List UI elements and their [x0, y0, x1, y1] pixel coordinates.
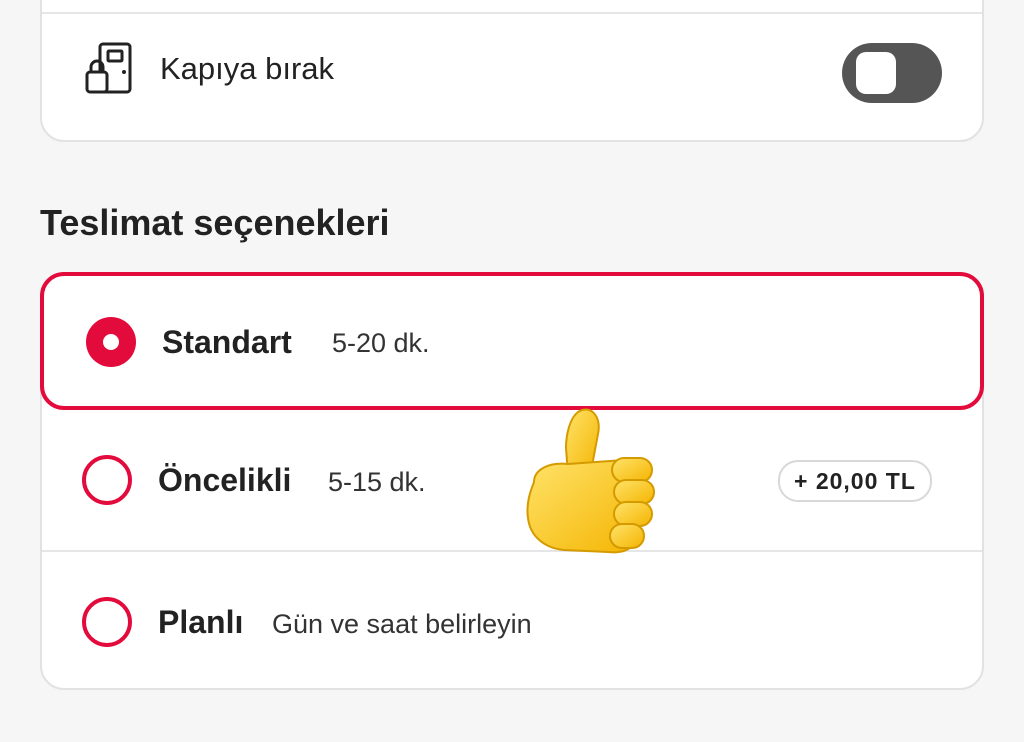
radio-selected[interactable]	[86, 317, 136, 367]
option-detail: 5-20 dk.	[332, 328, 430, 358]
leave-at-door-card: Kapıya bırak	[40, 0, 984, 142]
delivery-option-planli[interactable]: Planlı Gün ve saat belirleyin	[40, 552, 984, 692]
option-title: Standart	[162, 324, 292, 360]
thumbs-up-emoji-icon	[526, 408, 655, 554]
leave-at-door-label: Kapıya bırak	[160, 51, 335, 86]
leave-at-door-toggle[interactable]	[842, 43, 942, 103]
option-detail: Gün ve saat belirleyin	[272, 609, 532, 639]
toggle-knob	[856, 52, 896, 94]
delivery-options-card: Standart 5-20 dk. Öncelikli 5-15 dk. + 2…	[40, 272, 984, 690]
option-detail: 5-15 dk.	[328, 467, 426, 497]
leave-at-door-row[interactable]: Kapıya bırak	[42, 14, 982, 142]
door-package-icon	[85, 42, 132, 94]
delivery-option-standart[interactable]: Standart 5-20 dk.	[40, 272, 984, 410]
radio-unselected[interactable]	[82, 455, 132, 505]
option-title: Öncelikli	[158, 462, 292, 498]
fee-badge: + 20,00 TL	[778, 460, 932, 502]
radio-unselected[interactable]	[82, 597, 132, 647]
section-title: Teslimat seçenekleri	[40, 202, 390, 243]
delivery-option-oncelikli[interactable]: Öncelikli 5-15 dk. + 20,00 TL	[40, 410, 984, 550]
option-title: Planlı	[158, 604, 244, 640]
